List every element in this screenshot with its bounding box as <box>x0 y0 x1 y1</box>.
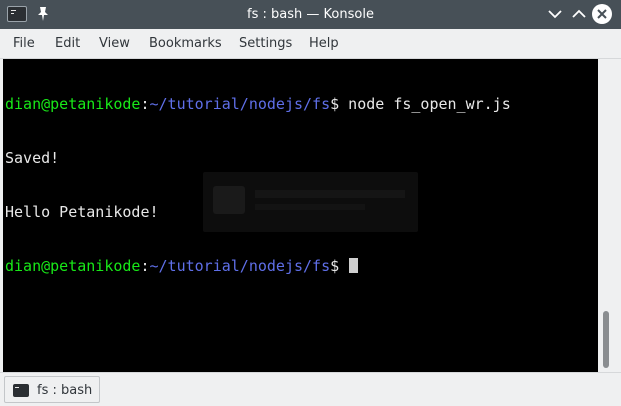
window-title: fs : bash — Konsole <box>247 7 374 22</box>
tab-bar: fs : bash <box>0 372 621 406</box>
prompt-user: dian@petanikode <box>5 257 141 275</box>
prompt-path: ~/tutorial/nodejs/fs <box>149 257 331 275</box>
close-icon[interactable] <box>592 4 612 24</box>
terminal-line: Saved! <box>5 149 60 167</box>
terminal-line: Hello Petanikode! <box>5 203 159 221</box>
menu-file[interactable]: File <box>13 29 35 59</box>
menu-bookmarks[interactable]: Bookmarks <box>149 29 222 59</box>
terminal-line: dian@petanikode:~/tutorial/nodejs/fs$ no… <box>5 95 511 113</box>
chevron-down-icon[interactable] <box>545 4 565 24</box>
menu-help[interactable]: Help <box>309 29 339 59</box>
tab-label: fs : bash <box>37 383 93 398</box>
prompt-symbol: $ <box>330 257 340 275</box>
menu-bar: File Edit View Bookmarks Settings Help <box>0 29 621 59</box>
prompt-path: ~/tutorial/nodejs/fs <box>149 95 331 113</box>
chevron-up-icon[interactable] <box>569 4 589 24</box>
command-text: node fs_open_wr.js <box>339 95 511 113</box>
terminal-icon <box>13 384 29 397</box>
scrollbar-thumb[interactable] <box>603 311 609 368</box>
menu-settings[interactable]: Settings <box>239 29 292 59</box>
tab-fs-bash[interactable]: fs : bash <box>4 376 100 403</box>
scrollbar-track[interactable] <box>598 59 621 372</box>
terminal-output: dian@petanikode:~/tutorial/nodejs/fs$ no… <box>5 59 511 311</box>
prompt-separator: : <box>140 95 150 113</box>
prompt-separator: : <box>140 257 150 275</box>
terminal-cursor <box>349 258 359 273</box>
menu-view[interactable]: View <box>99 29 130 59</box>
terminal-area[interactable]: dian@petanikode:~/tutorial/nodejs/fs$ no… <box>3 59 598 372</box>
terminal-line: dian@petanikode:~/tutorial/nodejs/fs$ <box>5 257 511 275</box>
prompt-user: dian@petanikode <box>5 95 141 113</box>
window-titlebar[interactable]: fs : bash — Konsole <box>0 0 621 29</box>
prompt-symbol: $ <box>330 95 340 113</box>
menu-edit[interactable]: Edit <box>55 29 80 59</box>
